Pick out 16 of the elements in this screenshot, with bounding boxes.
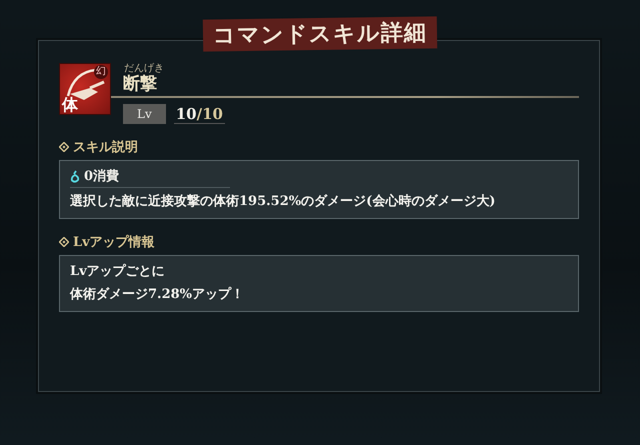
window-title: コマンドスキル詳細 bbox=[202, 16, 438, 52]
section-heading: スキル説明 bbox=[73, 139, 138, 156]
cost-label: 0消費 bbox=[84, 168, 120, 185]
drop-icon bbox=[70, 170, 80, 182]
description-text: 選択した敵に近接攻撃の体術195.52%のダメージ(会心時のダメージ大) bbox=[70, 192, 496, 211]
level-value: 10/10 bbox=[174, 104, 225, 124]
diamond-icon bbox=[59, 237, 69, 247]
diamond-icon bbox=[59, 142, 69, 152]
icon-badge: 幻 bbox=[94, 65, 108, 79]
description-text: 体術ダメージ7.28%アップ！ bbox=[70, 286, 246, 304]
level-label: Lv bbox=[123, 104, 166, 124]
skill-name: 断撃 bbox=[123, 74, 158, 94]
description-text: Lvアップごとに bbox=[70, 262, 166, 281]
skill-reading: だんげき bbox=[123, 63, 165, 74]
section-heading: Lvアップ情報 bbox=[73, 234, 155, 251]
icon-type-label: 体 bbox=[62, 96, 78, 114]
